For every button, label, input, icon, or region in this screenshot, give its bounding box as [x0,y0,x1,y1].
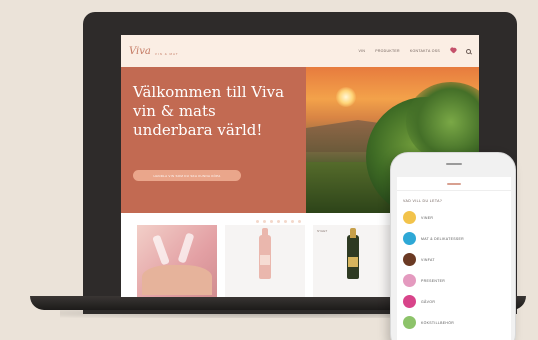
heart-icon[interactable] [450,48,456,54]
category-icon [403,274,416,287]
category-icon [403,211,416,224]
slider-dot[interactable] [270,220,273,223]
hero-title: Välkommen till Viva vin & mats underbara… [133,83,285,139]
category-label: GÅVOR [421,299,436,304]
category-label: VINER [421,215,434,220]
wine-bottle-image [259,228,271,279]
slider-dot[interactable] [277,220,280,223]
phone-mockup: VAD VILL DU LETA? VINER MAT & DELIKATESS… [390,152,516,340]
category-icon [403,253,416,266]
category-icon [403,295,416,308]
site-logo-subtitle: VIN & MAT [154,52,179,56]
product-card-sparkling[interactable]: NYHET [313,225,393,297]
hero-panel: Välkommen till Viva vin & mats underbara… [121,67,306,213]
site-logo[interactable]: Viva [129,46,151,57]
category-item[interactable]: KÖKSTILLBEHÖR [397,312,511,333]
slider-dot[interactable] [298,220,301,223]
category-icon [403,232,416,245]
phone-speaker [446,163,462,165]
hero-cta-button[interactable]: HANDLA VIN SOM DU SKA KUNNA KÖPA [133,170,241,181]
phone-header [397,177,511,191]
nav-link-kontakta[interactable]: KONTAKTA OSS [410,49,440,53]
nav-link-vin[interactable]: VIN [358,49,365,53]
product-badge: NYHET [317,229,328,233]
nav-link-produkter[interactable]: PRODUKTER [375,49,400,53]
product-card-toast[interactable] [137,225,217,297]
slider-dot[interactable] [263,220,266,223]
category-item[interactable]: MAT & DELIKATESSER [397,228,511,249]
category-label: VINFAT [421,257,435,262]
category-label: PRESENTER [421,278,446,283]
wine-bottle-image [347,228,359,279]
slider-dot[interactable] [249,220,252,223]
category-item[interactable]: VINER [397,207,511,228]
phone-screen: VAD VILL DU LETA? VINER MAT & DELIKATESS… [397,177,511,340]
slider-dot[interactable] [291,220,294,223]
search-icon[interactable] [466,48,471,54]
category-label: MAT & DELIKATESSER [421,236,464,241]
product-card-rose[interactable] [225,225,305,297]
main-nav: VIN PRODUKTER KONTAKTA OSS [358,48,471,54]
category-item[interactable]: GÅVOR [397,291,511,312]
slider-dot[interactable] [284,220,287,223]
category-item[interactable]: VINFAT [397,249,511,270]
category-label: KÖKSTILLBEHÖR [421,320,455,325]
site-header: Viva VIN & MAT VIN PRODUKTER KONTAKTA OS… [121,35,479,67]
menu-icon[interactable] [447,182,461,185]
phone-category-title: VAD VILL DU LETA? [403,199,443,203]
category-icon [403,316,416,329]
slider-dot[interactable] [256,220,259,223]
slider-dots [249,220,301,223]
category-item[interactable]: PRESENTER [397,270,511,291]
